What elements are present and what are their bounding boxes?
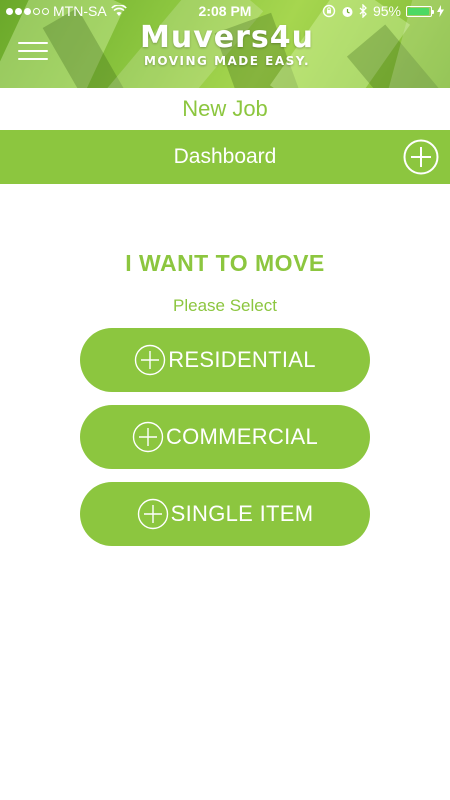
alarm-icon: [342, 6, 353, 17]
residential-button[interactable]: RESIDENTIAL: [80, 328, 370, 392]
logo-tagline: MOVING MADE EASY.: [143, 54, 311, 68]
commercial-button[interactable]: COMMERCIAL: [80, 405, 370, 469]
move-subheading: Please Select: [173, 296, 277, 315]
move-heading: I WANT TO MOVE: [125, 250, 325, 276]
app-screen: MTN-SA 2:08 PM 95% Muvers4u MOVING MADE …: [0, 0, 450, 800]
plus-circle-icon: [132, 421, 164, 453]
rotation-lock-icon: [322, 4, 336, 18]
bluetooth-icon: [359, 4, 367, 18]
single-item-button[interactable]: SINGLE ITEM: [80, 482, 370, 546]
header-banner: MTN-SA 2:08 PM 95% Muvers4u MOVING MADE …: [0, 0, 450, 88]
residential-label: RESIDENTIAL: [168, 347, 316, 372]
commercial-label: COMMERCIAL: [165, 424, 319, 449]
logo-wordmark: Muvers4u: [140, 20, 314, 55]
app-logo: Muvers4u MOVING MADE EASY.: [112, 20, 342, 69]
menu-button[interactable]: [18, 42, 48, 66]
plus-circle-icon: [137, 498, 168, 530]
plus-circle-icon: [135, 344, 166, 376]
dashboard-bar: Dashboard: [0, 130, 450, 184]
add-circle-icon[interactable]: [403, 139, 439, 175]
page-title: New Job: [0, 88, 450, 130]
battery-icon: [406, 5, 434, 17]
battery-percent: 95%: [372, 3, 401, 19]
single-item-label: SINGLE ITEM: [170, 501, 314, 526]
status-bar-right: 95%: [322, 3, 444, 19]
dashboard-title: Dashboard: [173, 145, 277, 168]
charging-icon: [437, 5, 444, 17]
